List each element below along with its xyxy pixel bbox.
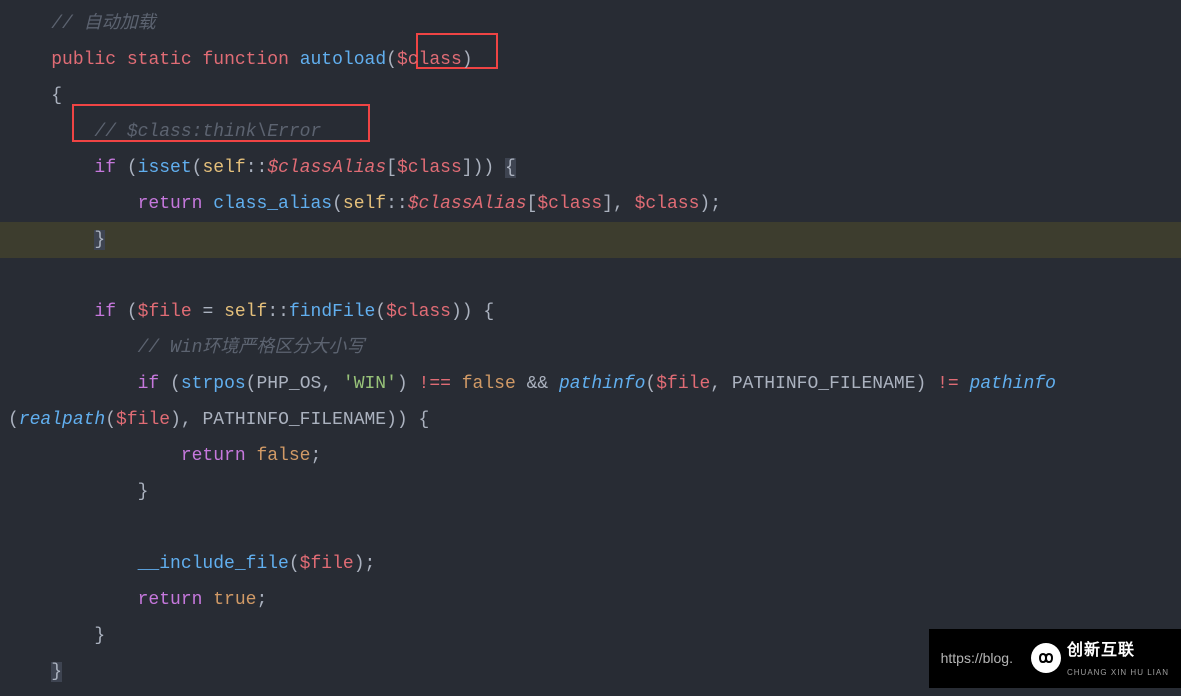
keyword-false: false [256, 446, 310, 466]
function-class-alias: class_alias [213, 194, 332, 214]
keyword-if: if [138, 374, 160, 394]
watermark-icon [1031, 643, 1061, 673]
variable-class: $class [537, 194, 602, 214]
function-isset: isset [138, 158, 192, 178]
variable-file: $file [300, 554, 354, 574]
keyword-public: public [51, 50, 116, 70]
keyword-return: return [138, 590, 203, 610]
code-line-empty[interactable] [0, 258, 1181, 294]
brace: } [138, 482, 149, 502]
keyword-if: if [94, 158, 116, 178]
variable-class: $class [397, 158, 462, 178]
function-findfile: findFile [289, 302, 375, 322]
watermark-text-container: 创新互联 CHUANG XIN HU LIAN [1067, 637, 1169, 680]
variable-classalias: $classAlias [408, 194, 527, 214]
function-include-file: __include_file [138, 554, 289, 574]
paren: ) [462, 50, 473, 70]
bracket-highlight: { [505, 158, 516, 178]
keyword-self: self [224, 302, 267, 322]
brace: } [51, 662, 62, 682]
variable-class: $class [386, 302, 451, 322]
function-pathinfo: pathinfo [559, 374, 645, 394]
code-editor[interactable]: // 自动加载 public static function autoload(… [0, 0, 1181, 696]
comment-text: // Win环境严格区分大小写 [138, 338, 365, 358]
constant-pathinfo: PATHINFO_FILENAME [732, 374, 916, 394]
operator-noteq2: != [937, 374, 959, 394]
function-realpath: realpath [19, 410, 105, 430]
variable-class: $class [635, 194, 700, 214]
code-line[interactable]: // Win环境严格区分大小写 [0, 330, 1181, 366]
code-line[interactable]: // 自动加载 [0, 6, 1181, 42]
code-line[interactable]: if (isset(self::$classAlias[$class])) { [0, 150, 1181, 186]
code-line[interactable]: __include_file($file); [0, 546, 1181, 582]
code-line[interactable]: public static function autoload($class) [0, 42, 1181, 78]
operator-and: && [527, 374, 549, 394]
comment-text: // 自动加载 [51, 14, 155, 34]
brace: } [94, 626, 105, 646]
constant-phpos: PHP_OS [256, 374, 321, 394]
code-line[interactable]: return class_alias(self::$classAlias[$cl… [0, 186, 1181, 222]
brace: { [51, 86, 62, 106]
bracket-highlight: } [94, 230, 105, 250]
watermark-logo: 创新互联 CHUANG XIN HU LIAN [1031, 637, 1169, 680]
variable-class: $class [397, 50, 462, 70]
keyword-function: function [202, 50, 288, 70]
keyword-false: false [462, 374, 516, 394]
variable-file: $file [116, 410, 170, 430]
code-line[interactable]: (realpath($file), PATHINFO_FILENAME)) { [0, 402, 1181, 438]
watermark-brand-sub: CHUANG XIN HU LIAN [1067, 666, 1169, 680]
code-line[interactable]: } [0, 474, 1181, 510]
code-line[interactable]: return false; [0, 438, 1181, 474]
keyword-if: if [94, 302, 116, 322]
code-line[interactable]: // $class:think\Error [0, 114, 1181, 150]
watermark-brand: 创新互联 [1067, 637, 1169, 666]
constant-pathinfo: PATHINFO_FILENAME [202, 410, 386, 430]
watermark: https://blog. 创新互联 CHUANG XIN HU LIAN [929, 629, 1181, 688]
variable-classalias: $classAlias [267, 158, 386, 178]
variable-file: $file [656, 374, 710, 394]
code-line[interactable]: if (strpos(PHP_OS, 'WIN') !== false && p… [0, 366, 1181, 402]
variable-file: $file [138, 302, 192, 322]
paren: ( [386, 50, 397, 70]
watermark-url: https://blog. [941, 646, 1013, 671]
string-win: 'WIN' [343, 374, 397, 394]
keyword-self: self [343, 194, 386, 214]
code-line[interactable]: { [0, 78, 1181, 114]
function-strpos: strpos [181, 374, 246, 394]
code-line-empty[interactable] [0, 510, 1181, 546]
operator-noteq: !== [419, 374, 451, 394]
keyword-static: static [127, 50, 192, 70]
code-line[interactable]: if ($file = self::findFile($class)) { [0, 294, 1181, 330]
keyword-return: return [181, 446, 246, 466]
code-line-active[interactable]: } [0, 222, 1181, 258]
function-pathinfo: pathinfo [970, 374, 1056, 394]
keyword-self: self [202, 158, 245, 178]
infinity-icon [1034, 646, 1058, 670]
keyword-true: true [213, 590, 256, 610]
keyword-return: return [138, 194, 203, 214]
function-name: autoload [300, 50, 386, 70]
comment-text: // $class:think\Error [94, 122, 321, 142]
code-line[interactable]: return true; [0, 582, 1181, 618]
